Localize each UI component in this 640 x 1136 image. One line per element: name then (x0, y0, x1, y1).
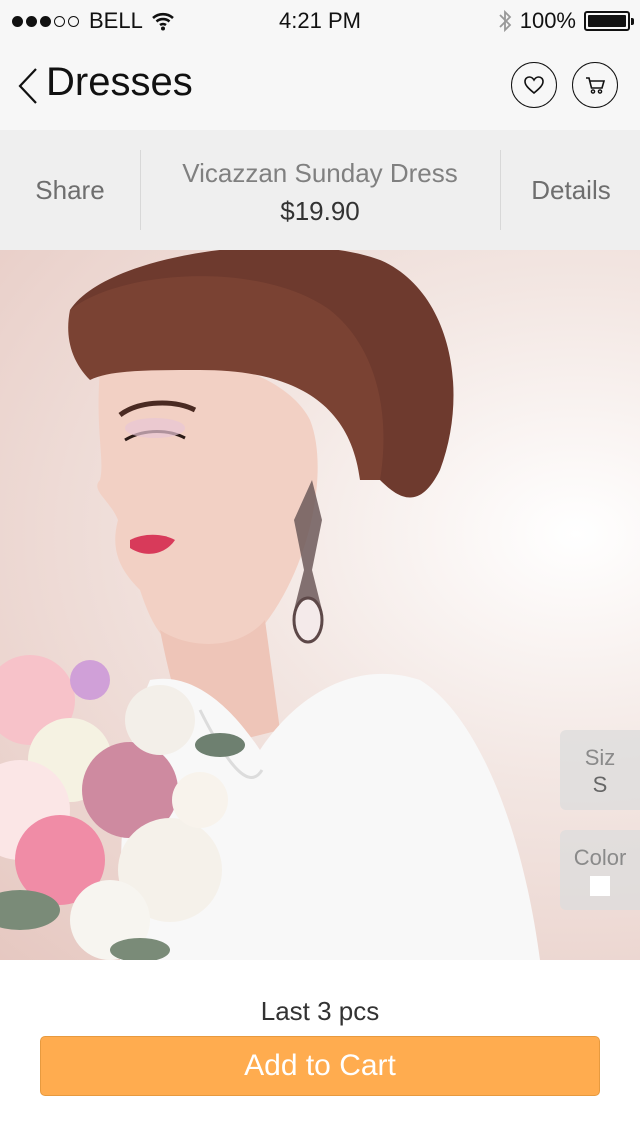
status-right: 100% (498, 8, 634, 34)
add-to-cart-button[interactable]: Add to Cart (40, 1036, 600, 1096)
color-selector[interactable]: Color (560, 830, 640, 910)
chevron-left-icon (18, 68, 37, 104)
product-photo-illustration (0, 250, 540, 960)
battery-fill (588, 15, 626, 27)
battery-percentage: 100% (519, 8, 576, 33)
page-title: Dresses (46, 60, 193, 104)
size-selector[interactable]: Siz S (560, 730, 640, 810)
color-label: Color (573, 845, 627, 870)
product-name: Vicazzan Sunday Dress (182, 158, 458, 188)
heart-icon (524, 76, 544, 95)
details-button[interactable]: Details (502, 130, 640, 250)
cart-button[interactable] (572, 62, 618, 108)
product-price: $19.90 (280, 196, 360, 226)
battery-icon (584, 11, 634, 31)
share-button[interactable]: Share (0, 130, 140, 250)
back-button[interactable] (16, 66, 42, 106)
size-value: S (592, 772, 608, 797)
product-photo: Siz S Color (0, 250, 640, 960)
navigation-bar: Dresses (0, 40, 640, 130)
status-bar: BELL 4:21 PM 100% (0, 0, 640, 40)
product-info-bar: Share Vicazzan Sunday Dress $19.90 Detai… (0, 130, 640, 250)
cart-icon (586, 77, 606, 94)
divider (500, 150, 501, 230)
bluetooth-icon (499, 9, 511, 33)
size-label: Siz (584, 745, 616, 770)
color-swatch (590, 876, 610, 896)
favorite-button[interactable] (511, 62, 557, 108)
product-summary: Vicazzan Sunday Dress $19.90 (141, 130, 499, 250)
stock-status: Last 3 pcs (260, 996, 380, 1026)
